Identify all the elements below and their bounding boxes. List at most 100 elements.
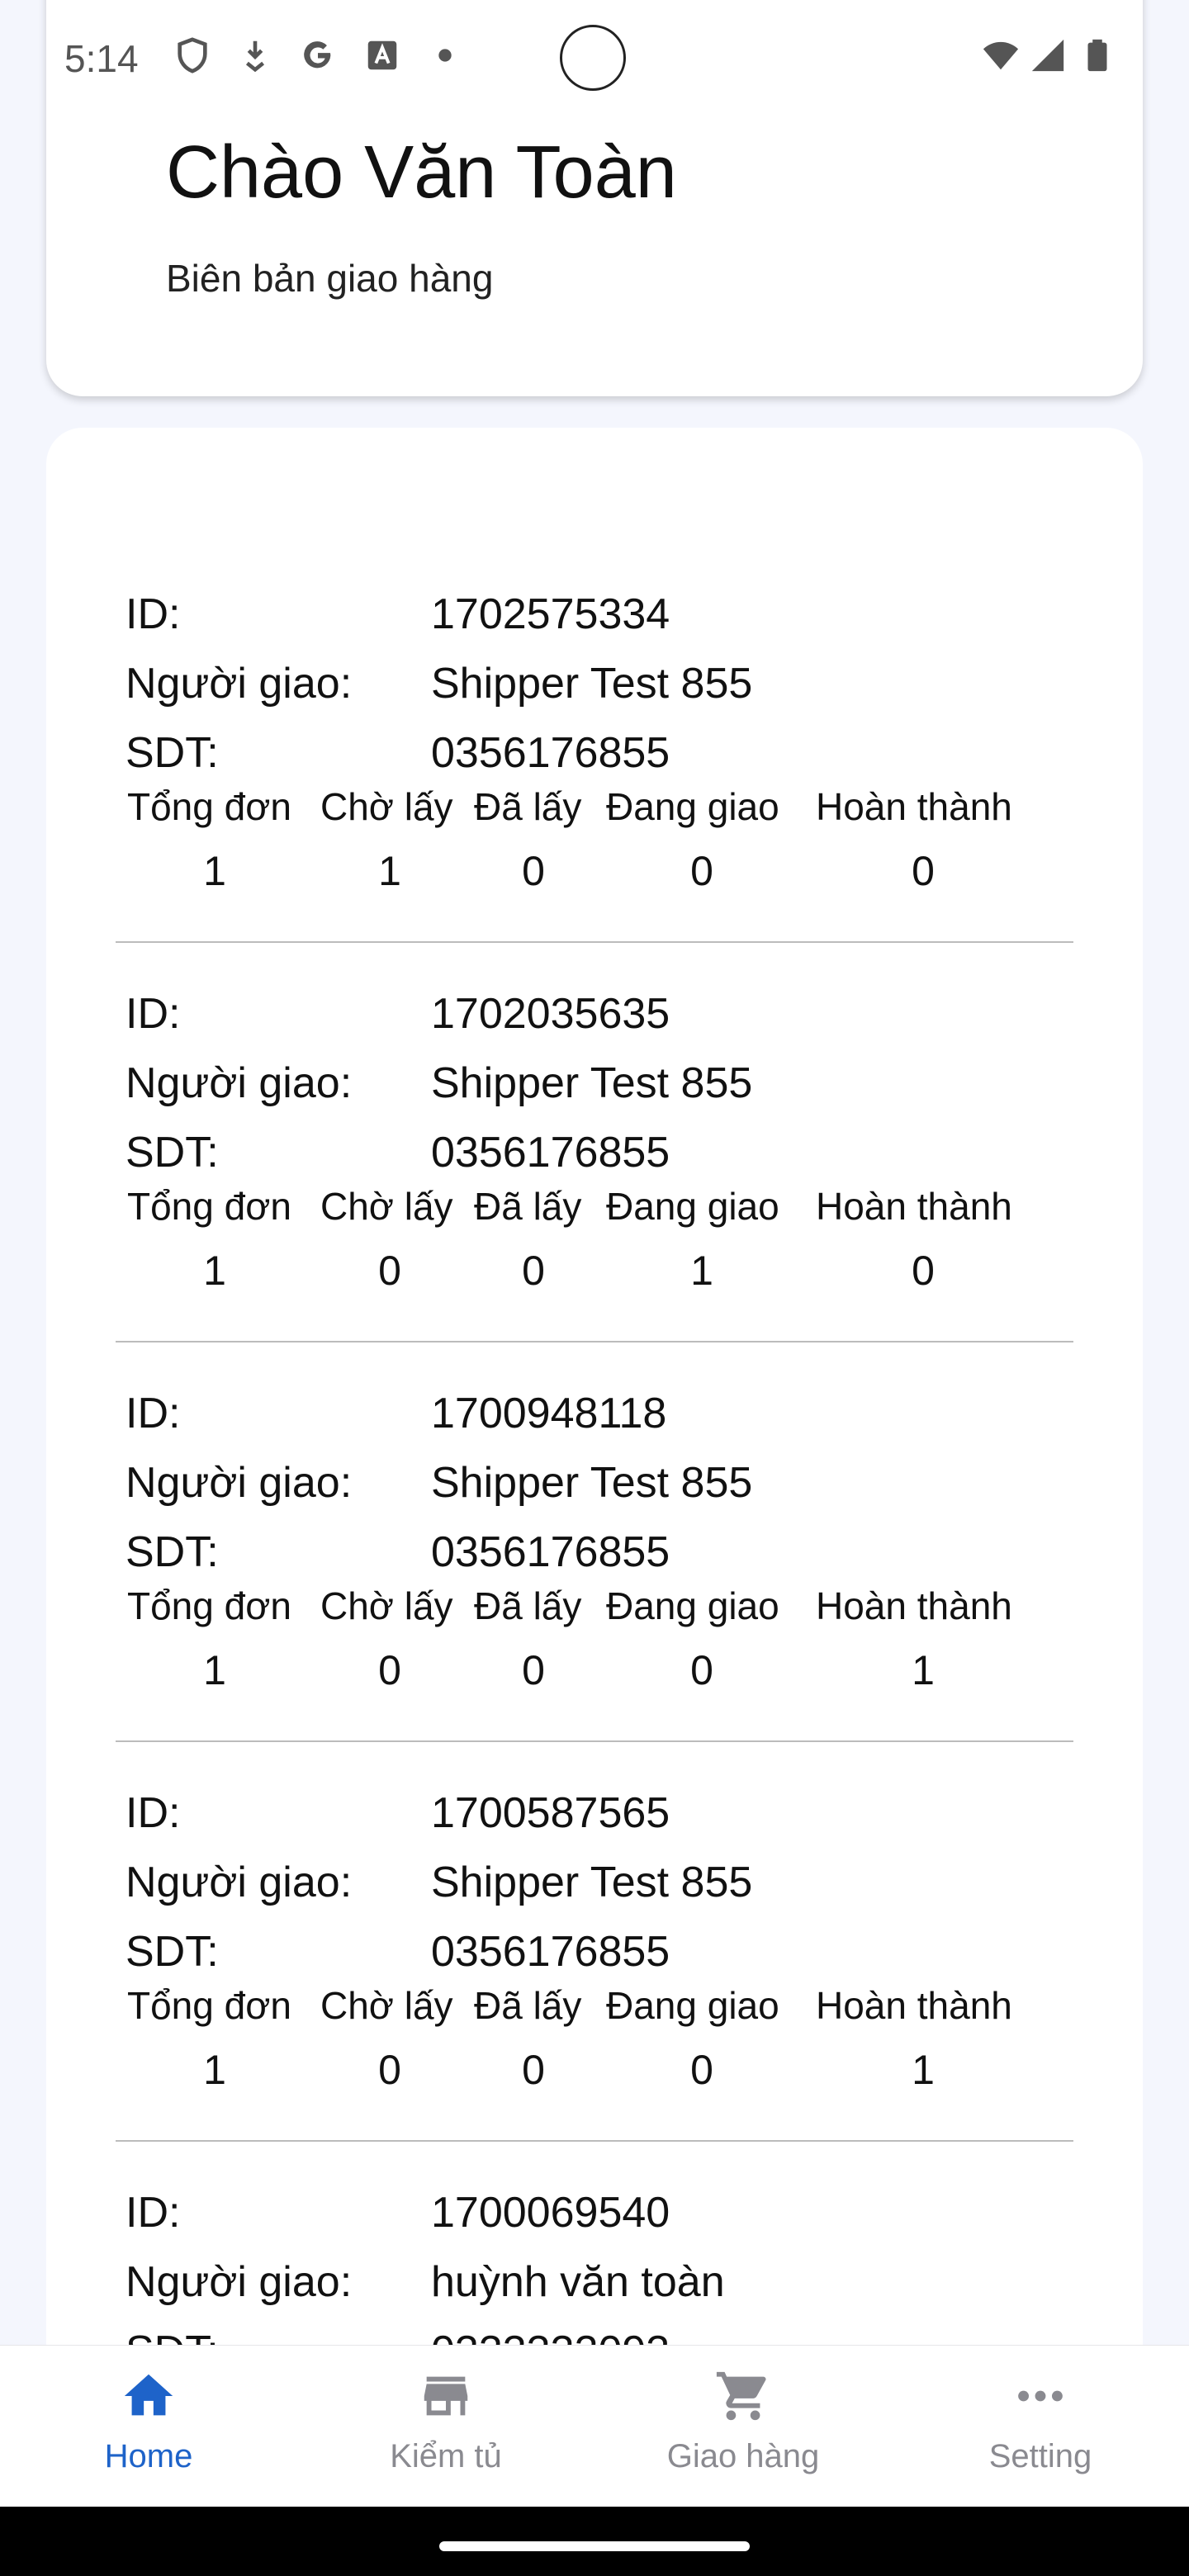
more-horizontal-icon xyxy=(1018,2390,1063,2402)
record-id-value: 1700069540 xyxy=(431,2189,670,2237)
stat-value: 1 xyxy=(912,2047,935,2093)
record-phone-label: SDT: xyxy=(126,1928,219,1976)
record-divider xyxy=(116,941,1073,943)
nav-label-home: Home xyxy=(104,2438,193,2474)
stat-value: 0 xyxy=(378,1647,401,1693)
record-id-value: 1702575334 xyxy=(431,590,670,638)
record-id-value: 1702035635 xyxy=(431,990,670,1038)
page-subtitle: Biên bản giao hàng xyxy=(166,257,494,300)
stat-header: Tổng đơn xyxy=(127,1984,291,2027)
gesture-bar xyxy=(0,2507,1189,2576)
delivery-record[interactable]: ID: 1702035635 Người giao: Shipper Test 855… xyxy=(46,989,1143,1389)
stat-header: Tổng đơn xyxy=(127,785,291,828)
delivery-record[interactable]: ID: 1700948118 Người giao: Shipper Test 855… xyxy=(46,1389,1143,1788)
dot-icon xyxy=(438,49,452,62)
stat-value: 1 xyxy=(203,1647,226,1693)
stat-value: 0 xyxy=(522,848,545,894)
stat-value: 0 xyxy=(690,2047,713,2093)
delivery-record[interactable]: ID: 1702575334 Người giao: Shipper Test 855… xyxy=(46,590,1143,989)
stat-header: Tổng đơn xyxy=(127,1185,291,1228)
record-shipper-label: Người giao: xyxy=(126,2258,353,2306)
record-phone-value: 0356176855 xyxy=(431,1528,670,1576)
battery-icon xyxy=(1087,39,1107,72)
nav-label-kiem-tu: Kiểm tủ xyxy=(390,2438,502,2474)
download-icon xyxy=(245,40,265,73)
record-id-label: ID: xyxy=(126,590,181,638)
delivery-record[interactable]: ID: 1700587565 Người giao: Shipper Test 855… xyxy=(46,1788,1143,2188)
greeting-title: Chào Văn Toàn xyxy=(166,131,677,214)
stat-header: Chờ lấy xyxy=(320,785,453,828)
record-id-label: ID: xyxy=(126,990,181,1038)
store-icon xyxy=(424,2376,468,2416)
signal-icon xyxy=(1031,39,1064,72)
record-divider xyxy=(116,1740,1073,1742)
nav-label-giao-hang: Giao hàng xyxy=(666,2438,820,2474)
stat-value: 0 xyxy=(522,2047,545,2093)
stat-header: Đã lấy xyxy=(474,1185,582,1228)
cart-icon xyxy=(716,2371,766,2421)
delivery-list: ID: 1702575334 Người giao: Shipper Test 855… xyxy=(46,428,1143,2426)
stat-value: 0 xyxy=(378,1248,401,1294)
record-shipper-label: Người giao: xyxy=(126,660,353,708)
record-id-label: ID: xyxy=(126,1789,181,1837)
stat-header: Đã lấy xyxy=(474,785,582,828)
shield-icon xyxy=(178,37,207,73)
stat-value: 0 xyxy=(690,848,713,894)
record-shipper-label: Người giao: xyxy=(126,1059,353,1107)
nav-item-giao-hang[interactable]: Giao hàng xyxy=(594,2346,892,2507)
stat-value: 1 xyxy=(203,848,226,894)
stat-value: 1 xyxy=(203,1248,226,1294)
record-shipper-label: Người giao: xyxy=(126,1459,353,1507)
status-time: 5:14 xyxy=(64,37,139,80)
record-id-value: 1700948118 xyxy=(431,1390,667,1437)
stat-value: 0 xyxy=(912,1248,935,1294)
stat-header: Đang giao xyxy=(606,1584,779,1627)
nav-item-home[interactable]: Home xyxy=(0,2346,297,2507)
stat-header: Chờ lấy xyxy=(320,1185,453,1228)
status-bar: 5:14 xyxy=(0,0,1189,124)
wifi-icon xyxy=(983,41,1019,70)
stat-header: Đã lấy xyxy=(474,1584,582,1627)
translate-icon xyxy=(367,40,397,70)
stat-value: 0 xyxy=(690,1647,713,1693)
record-shipper-value: Shipper Test 855 xyxy=(431,660,753,708)
record-shipper-value: Shipper Test 855 xyxy=(431,1059,753,1107)
stat-header: Đang giao xyxy=(606,1984,779,2027)
record-shipper-value: huỳnh văn toàn xyxy=(431,2258,725,2306)
record-phone-value: 0356176855 xyxy=(431,1928,670,1976)
record-shipper-value: Shipper Test 855 xyxy=(431,1459,753,1507)
record-phone-label: SDT: xyxy=(126,1129,219,1177)
stat-header: Đã lấy xyxy=(474,1984,582,2027)
stat-value: 1 xyxy=(690,1248,713,1294)
nav-label-setting: Setting xyxy=(988,2438,1092,2474)
stat-header: Chờ lấy xyxy=(320,1984,453,2027)
record-phone-label: SDT: xyxy=(126,1528,219,1576)
stat-header: Đang giao xyxy=(606,785,779,828)
stat-header: Hoàn thành xyxy=(816,1984,1012,2027)
stat-value: 0 xyxy=(912,848,935,894)
record-shipper-label: Người giao: xyxy=(126,1859,353,1906)
record-id-value: 1700587565 xyxy=(431,1789,670,1837)
stat-header: Hoàn thành xyxy=(816,1584,1012,1627)
stat-value: 1 xyxy=(378,848,401,894)
stat-header: Tổng đơn xyxy=(127,1584,291,1627)
stat-header: Hoàn thành xyxy=(816,785,1012,828)
stat-value: 0 xyxy=(522,1647,545,1693)
record-divider xyxy=(116,2140,1073,2142)
home-icon xyxy=(124,2374,173,2416)
nav-item-setting[interactable]: Setting xyxy=(892,2346,1189,2507)
nav-item-kiem-tu[interactable]: Kiểm tủ xyxy=(297,2346,594,2507)
record-id-label: ID: xyxy=(126,1390,181,1437)
record-phone-value: 0356176855 xyxy=(431,1129,670,1177)
stat-value: 1 xyxy=(203,2047,226,2093)
gesture-handle[interactable] xyxy=(439,2541,750,2551)
record-phone-value: 0356176855 xyxy=(431,729,670,777)
stat-value: 0 xyxy=(378,2047,401,2093)
google-icon xyxy=(304,41,331,69)
record-divider xyxy=(116,1341,1073,1342)
stat-value: 1 xyxy=(912,1647,935,1693)
record-shipper-value: Shipper Test 855 xyxy=(431,1859,753,1906)
record-phone-label: SDT: xyxy=(126,729,219,777)
stat-value: 0 xyxy=(522,1248,545,1294)
stat-header: Hoàn thành xyxy=(816,1185,1012,1228)
